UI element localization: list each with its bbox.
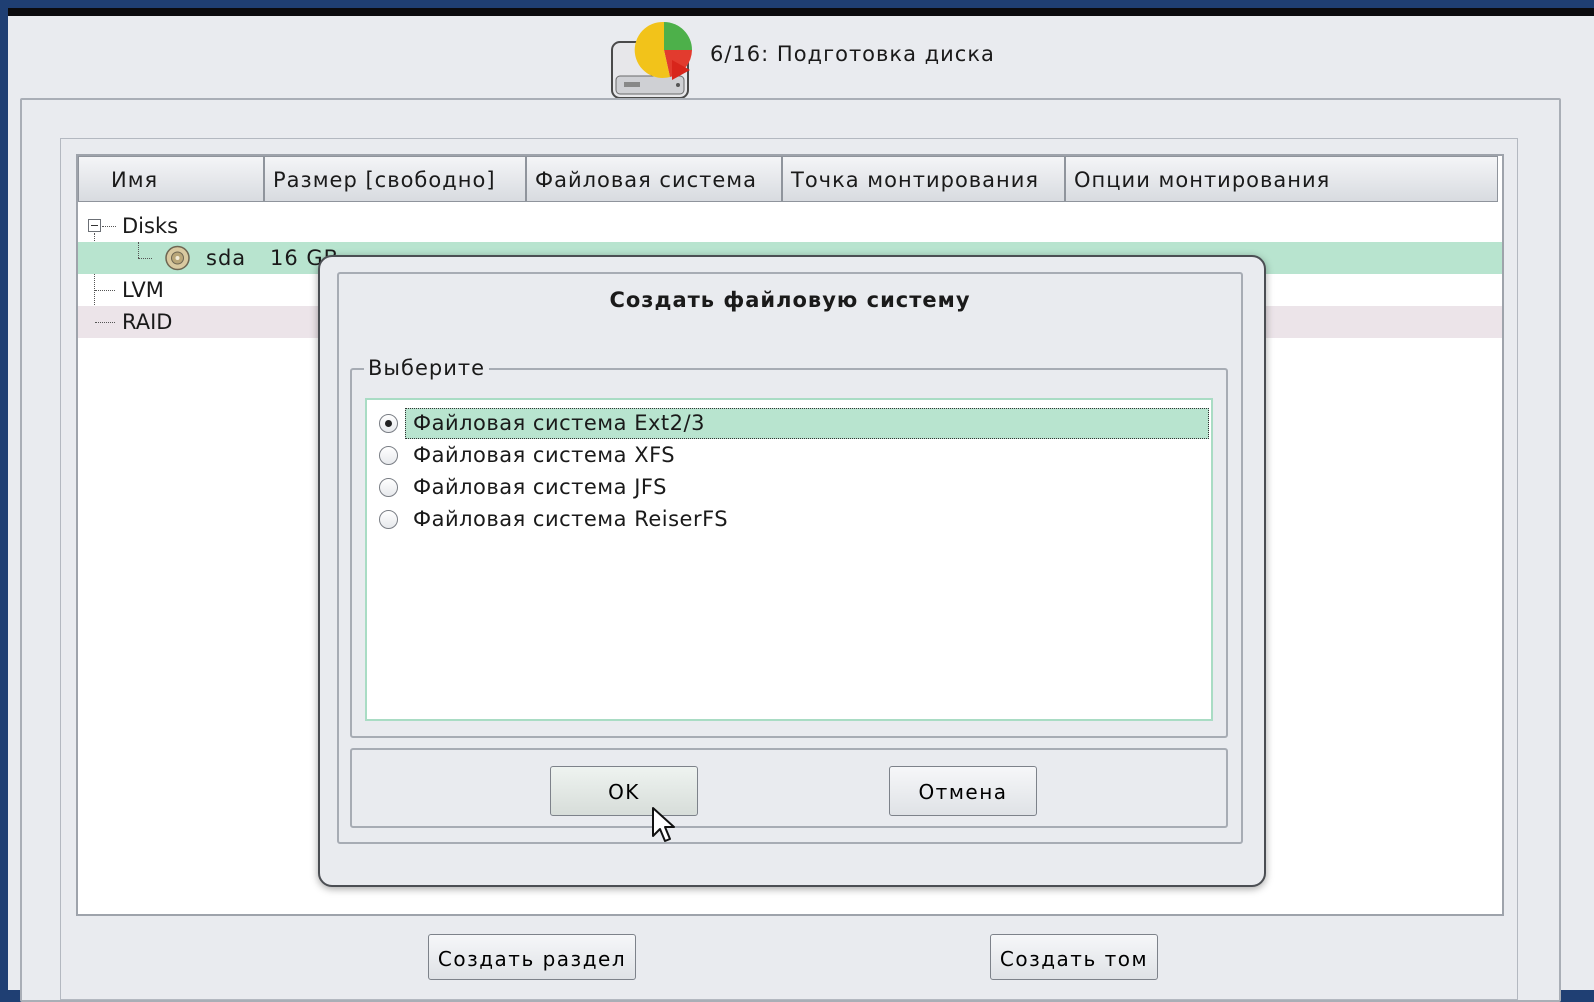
create-partition-button[interactable]: Создать раздел: [428, 934, 636, 980]
filesystem-option-label: Файловая система Ext2/3: [413, 411, 705, 435]
page-title: 6/16: Подготовка диска: [710, 42, 995, 66]
tree-line: [95, 322, 115, 323]
tree-row-disks[interactable]: Disks: [78, 210, 1502, 242]
filesystem-option-xfs[interactable]: Файловая система XFS: [369, 440, 1211, 471]
mouse-pointer-icon: [652, 807, 675, 842]
filesystem-list[interactable]: Файловая система Ext2/3 Файловая система…: [365, 398, 1213, 721]
column-header-name[interactable]: Имя: [78, 156, 264, 202]
tree-label-raid: RAID: [122, 310, 173, 334]
filesystem-group-label: Выберите: [364, 356, 489, 380]
filesystem-option-jfs[interactable]: Файловая система JFS: [369, 472, 1211, 503]
tree-header: Имя Размер [свободно] Файловая система Т…: [78, 156, 1502, 204]
column-header-mountpoint[interactable]: Точка монтирования: [782, 156, 1065, 202]
radio-icon[interactable]: [379, 478, 398, 497]
tree-line: [95, 290, 115, 291]
tree-line: [138, 258, 152, 259]
radio-icon[interactable]: [379, 510, 398, 529]
column-header-size[interactable]: Размер [свободно]: [264, 156, 526, 202]
filesystem-option-label: Файловая система ReiserFS: [413, 507, 729, 531]
dialog-title: Создать файловую систему: [609, 288, 971, 312]
column-header-mount-options[interactable]: Опции монтирования: [1065, 156, 1498, 202]
radio-selected-icon[interactable]: [379, 414, 398, 433]
filesystem-option-ext23[interactable]: Файловая система Ext2/3: [369, 408, 1211, 439]
filesystem-option-label: Файловая система JFS: [413, 475, 667, 499]
disk-partition-icon: [611, 21, 692, 99]
tree-line: [138, 242, 139, 258]
filesystem-option-reiserfs[interactable]: Файловая система ReiserFS: [369, 504, 1211, 535]
tree-label-disks: Disks: [122, 214, 179, 238]
radio-icon[interactable]: [379, 446, 398, 465]
tree-label-lvm: LVM: [122, 278, 164, 302]
hard-disk-icon: [165, 245, 190, 271]
top-bar: [8, 8, 1594, 16]
filesystem-option-label: Файловая система XFS: [413, 443, 676, 467]
collapse-icon[interactable]: [88, 219, 101, 232]
tree-line: [102, 226, 116, 227]
create-volume-button[interactable]: Создать том: [990, 934, 1158, 980]
cancel-button[interactable]: Отмена: [889, 766, 1037, 816]
tree-label-sda: sda: [206, 246, 247, 270]
column-header-filesystem[interactable]: Файловая система: [526, 156, 782, 202]
dialog-button-group: [350, 748, 1228, 828]
